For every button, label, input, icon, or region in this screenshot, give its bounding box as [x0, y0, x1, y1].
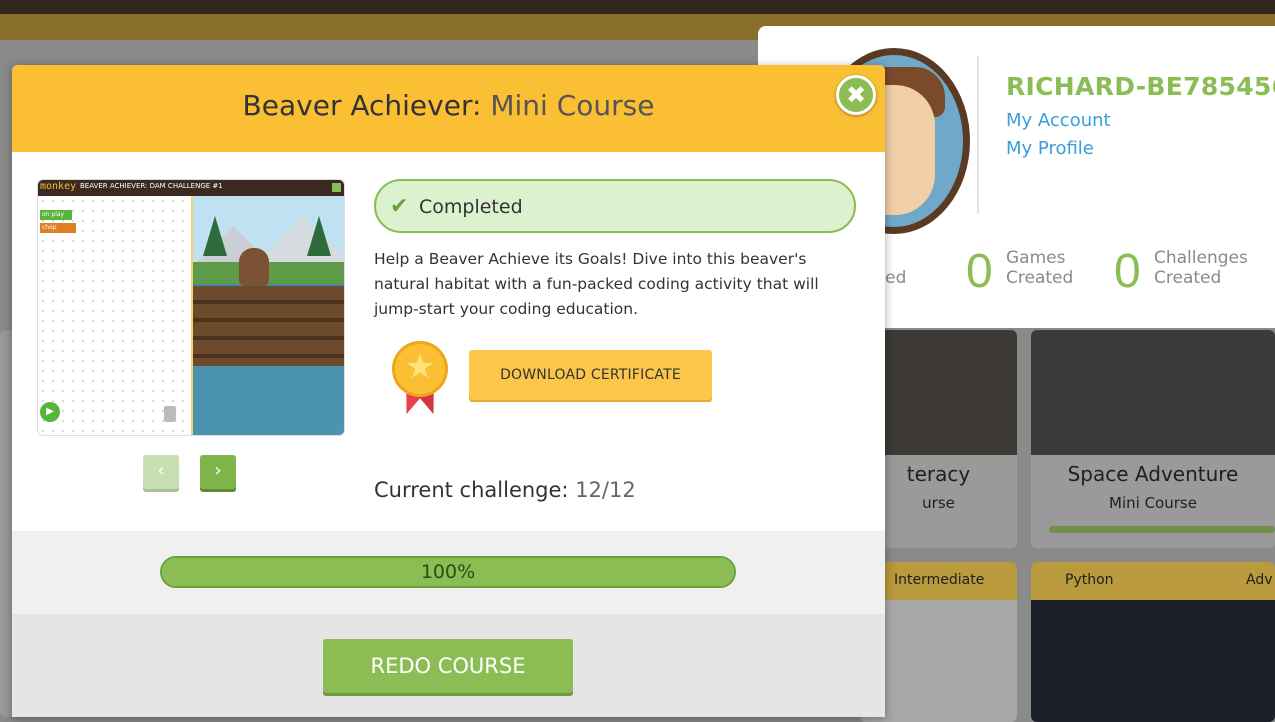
dam-logs [193, 286, 344, 366]
code-block: chop [40, 223, 76, 233]
redo-course-button[interactable]: REDO COURSE [323, 639, 573, 693]
top-navigation-bar [0, 0, 1275, 14]
previous-image-button[interactable]: ‹ [143, 455, 179, 489]
medal-icon: ★ [390, 341, 450, 421]
close-icon[interactable]: ✖ [836, 75, 876, 115]
profile-divider [977, 56, 979, 214]
challenges-created-label: Challenges Created [1154, 248, 1248, 288]
challenge-value: 12/12 [575, 478, 636, 502]
modal-header: Beaver Achiever: Mini Course ✖ [12, 65, 885, 152]
code-block: on play [40, 210, 72, 220]
course-card-progress [1049, 526, 1275, 533]
my-profile-link[interactable]: My Profile [1006, 138, 1094, 159]
modal-footer: REDO COURSE [12, 614, 885, 717]
next-image-button[interactable]: › [200, 455, 236, 489]
games-created-label: Games Created [1006, 248, 1074, 288]
monkey-logo: monkey [40, 181, 77, 192]
difficulty-tag: Intermediate [894, 572, 985, 588]
completed-status-badge: ✔ Completed [374, 179, 856, 233]
language-tag: Python [1065, 572, 1114, 588]
course-card-space-adventure[interactable]: Space Adventure Mini Course [1031, 330, 1275, 548]
challenges-created-count: 0 [1114, 245, 1141, 298]
checkmark-icon: ✔ [390, 194, 409, 219]
code-editor-area: on play chop ▶ [38, 196, 191, 435]
games-created-count: 0 [966, 245, 993, 298]
book-icon [332, 183, 341, 192]
course-modal: Beaver Achiever: Mini Course ✖ monkey BE… [12, 65, 885, 717]
course-card-title: Space Adventure [1067, 462, 1239, 486]
preview-header-text: BEAVER ACHIEVER: DAM CHALLENGE #1 [80, 182, 223, 190]
course-preview-image: monkey BEAVER ACHIEVER: DAM CHALLENGE #1… [37, 179, 345, 436]
course-type: Mini Course [490, 89, 655, 122]
status-text: Completed [419, 196, 523, 218]
trash-icon [164, 406, 176, 422]
current-challenge: Current challenge: 12/12 [374, 478, 636, 502]
course-name: Beaver Achiever: [242, 89, 482, 122]
username: RICHARD-BE7854563 [1006, 72, 1275, 101]
modal-title: Beaver Achiever: Mini Course [12, 89, 885, 122]
course-card-python[interactable]: Python Adv [1031, 562, 1275, 722]
course-card-subtitle: Mini Course [1109, 494, 1197, 512]
beaver-character [239, 248, 269, 286]
game-stage [191, 196, 344, 435]
difficulty-tag: Adv [1246, 572, 1273, 588]
progress-section: 100% [12, 531, 885, 614]
challenge-label: Current challenge: [374, 478, 569, 502]
course-description: Help a Beaver Achieve its Goals! Dive in… [374, 250, 819, 318]
play-icon: ▶ [40, 402, 60, 422]
download-certificate-button[interactable]: DOWNLOAD CERTIFICATE [469, 350, 712, 400]
progress-label: 100% [420, 561, 476, 583]
my-account-link[interactable]: My Account [1006, 110, 1111, 131]
progress-bar: 100% [160, 556, 736, 588]
